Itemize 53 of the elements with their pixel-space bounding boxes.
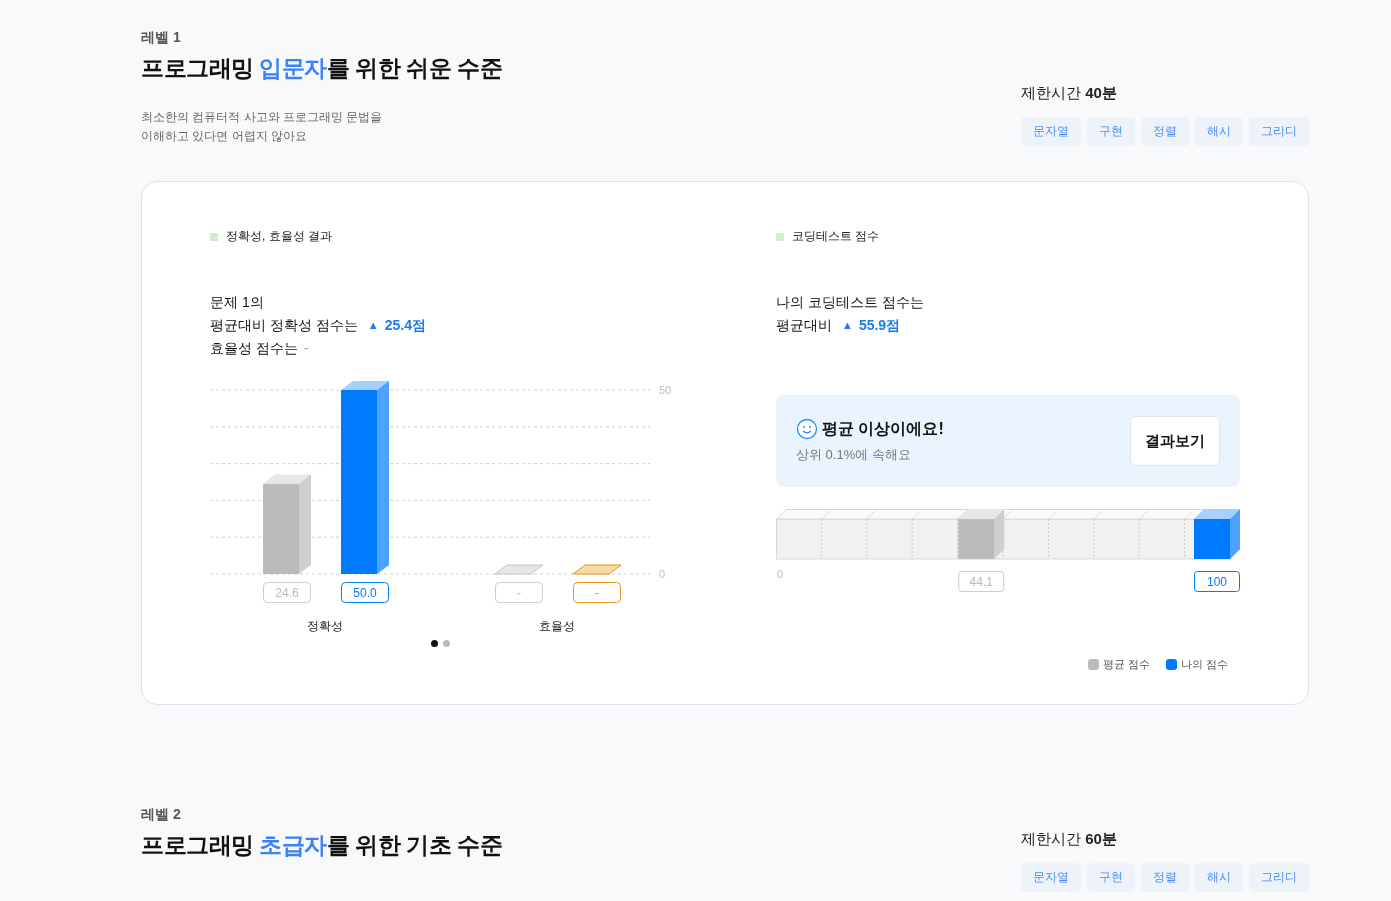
axis-tick-label: 0 [659,568,666,580]
category-label: 정확성 [307,619,343,633]
pager-dot[interactable] [430,640,438,647]
heading-text: 평균대비 [776,316,832,335]
heading-text: 문제 1의 [210,293,264,312]
score-difference: 25.4점 [384,316,426,335]
section-title: 정확성, 효율성 결과 [226,228,332,245]
time-limit: 제한시간 40분 [1021,84,1117,103]
value-label: 50.0 [341,582,389,603]
section-title: 코딩테스트 점수 [792,228,880,245]
value-label: - [495,582,543,603]
topic-tag: 그리디 [1249,863,1309,892]
summary-title: 평균 이상이에요! [822,418,944,439]
topic-tag: 문자열 [1021,117,1081,146]
legend-label: 평균 점수 [1102,657,1150,672]
empty-bar-outline [572,564,622,575]
topic-tag: 해시 [1195,863,1243,892]
square-icon [210,232,218,241]
value-label: - [573,582,621,603]
smiley-icon [796,418,818,440]
axis-tick-label: 50 [659,384,672,396]
topic-tag: 정렬 [1141,117,1189,146]
topic-tag: 구현 [1087,117,1135,146]
pager-dot[interactable] [442,640,450,647]
category-label: 효율성 [539,619,575,633]
value-label: 24.6 [263,582,311,603]
level-title: 프로그래밍 입문자를 위한 쉬운 수준 [141,54,503,83]
data-label: 24.6 [275,585,299,600]
score-difference: 55.9점 [858,316,901,335]
summary-subtitle: 상위 0.1%에 속해요 [796,446,912,464]
value-label: 44.1 [958,571,1005,592]
legend-label: 나의 점수 [1180,657,1228,672]
level-description: 최소한의 컴퓨터적 사고와 프로그래밍 문법을 이해하고 있다면 어렵지 않아요 [141,109,384,145]
up-arrow: ▲ [842,318,853,333]
heading-text: 평균대비 정확성 점수는 [210,316,358,335]
square-icon [776,232,784,241]
heading-text: 나의 코딩테스트 점수는 [776,293,924,312]
level-label: 레벨 1 [141,29,182,47]
topic-tag: 해시 [1195,117,1243,146]
scale-start-label: 0 [777,568,784,580]
topic-tag: 구현 [1087,863,1135,892]
time-limit: 제한시간 60분 [1021,830,1117,849]
heading-text: 효율성 점수는 [210,339,298,358]
data-label: 50.0 [353,585,377,600]
level-title: 프로그래밍 초급자를 위한 기초 수준 [141,831,503,860]
score-difference: - [303,339,309,358]
topic-tag: 정렬 [1141,863,1189,892]
topic-tag: 그리디 [1249,117,1309,146]
view-results-button[interactable]: 결과보기 [1130,416,1220,466]
up-arrow: ▲ [367,318,379,333]
value-label: 100 [1194,571,1240,592]
level-label: 레벨 2 [141,806,182,824]
topic-tag: 문자열 [1021,863,1081,892]
